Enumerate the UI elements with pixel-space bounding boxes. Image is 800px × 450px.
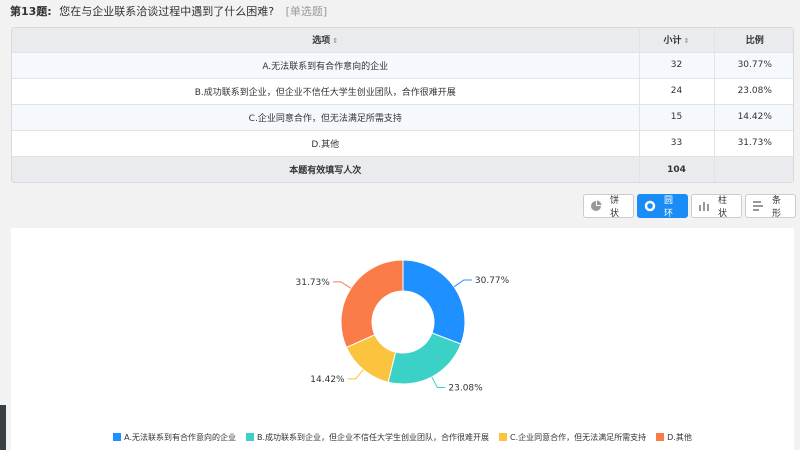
pie-chart-label: 饼状 (610, 196, 620, 219)
legend-label: A.无法联系到有合作意向的企业 (124, 433, 236, 442)
legend-item[interactable]: B.成功联系到企业，但企业不信任大学生创业团队，合作很难开展 (246, 432, 489, 443)
count-cell: 33 (639, 130, 715, 157)
table-footer-row: 本题有效填写人次 104 (12, 156, 793, 182)
total-ratio (714, 156, 793, 182)
donut-chart-button[interactable]: 圆环 (637, 194, 688, 219)
table-row: B.成功联系到企业，但企业不信任大学生创业团队，合作很难开展 24 23.08% (12, 78, 793, 105)
data-label: 23.08% (448, 384, 483, 394)
question-text: 您在与企业联系洽谈过程中遇到了什么困难? (59, 5, 275, 18)
data-label: 14.42% (310, 375, 345, 385)
legend-swatch (113, 433, 122, 441)
total-label: 本题有效填写人次 (12, 156, 640, 182)
table-header-row: 选项 ⇕ 小计 ⇕ 比例 (12, 28, 793, 53)
table-row: D.其他 33 31.73% (12, 130, 793, 157)
donut-chart-label: 圆环 (664, 196, 674, 219)
question-header: 第13题: 您在与企业联系洽谈过程中遇到了什么困难? [单选题] (10, 4, 327, 22)
legend-label: B.成功联系到企业，但企业不信任大学生创业团队，合作很难开展 (257, 433, 490, 442)
column-header-option[interactable]: 选项 ⇕ (12, 28, 640, 53)
legend-item[interactable]: C.企业同意合作，但无法满足所需支持 (499, 432, 646, 443)
chart-type-toolbar: 饼状 圆环 柱状 条形 (583, 194, 796, 219)
bar-chart-label: 柱状 (718, 196, 728, 219)
donut-slice[interactable] (387, 332, 462, 385)
question-number: 第13题: (10, 5, 52, 18)
ratio-cell: 31.73% (714, 130, 793, 157)
sort-icon[interactable]: ⇕ (332, 37, 338, 45)
data-label: 31.73% (296, 278, 331, 288)
ratio-cell: 14.42% (714, 104, 793, 131)
option-cell: B.成功联系到企业，但企业不信任大学生创业团队，合作很难开展 (12, 78, 640, 105)
chart-legend: A.无法联系到有合作意向的企业 B.成功联系到企业，但企业不信任大学生创业团队，合… (11, 432, 794, 443)
data-label: 30.77% (475, 276, 510, 286)
column-header-count[interactable]: 小计 ⇕ (639, 28, 715, 53)
count-cell: 15 (639, 104, 715, 131)
total-count: 104 (639, 156, 715, 182)
label-leader-line (332, 281, 352, 289)
donut-chart-icon (644, 200, 656, 212)
legend-item[interactable]: D.其他 (656, 432, 692, 443)
column-header-ratio: 比例 (714, 28, 793, 53)
horizontal-bar-chart-icon (752, 200, 764, 212)
horizontal-bar-chart-button[interactable]: 条形 (745, 194, 796, 219)
results-table: 选项 ⇕ 小计 ⇕ 比例 A.无法联系到有合作意向的企业 32 30.77% B.成… (11, 27, 794, 183)
option-cell: A.无法联系到有合作意向的企业 (12, 52, 640, 79)
ratio-cell: 23.08% (714, 78, 793, 105)
question-type: [单选题] (285, 5, 328, 18)
donut-chart: 30.77% 23.08% 14.42% 31.73% (296, 259, 510, 394)
pie-chart-icon (590, 200, 602, 212)
horizontal-bar-chart-label: 条形 (772, 196, 782, 219)
bar-chart-button[interactable]: 柱状 (691, 194, 742, 219)
label-leader-line (347, 369, 364, 380)
chart-area: 30.77% 23.08% 14.42% 31.73% A.无法联系到有合作意向的企业… (11, 228, 794, 450)
legend-label: C.企业同意合作，但无法满足所需支持 (510, 433, 647, 442)
table-row: C.企业同意合作，但无法满足所需支持 15 14.42% (12, 104, 793, 131)
legend-label: D.其他 (667, 433, 692, 442)
count-cell: 32 (639, 52, 715, 79)
legend-swatch (246, 433, 254, 441)
column-header-count-label: 小计 (663, 36, 682, 47)
option-cell: C.企业同意合作，但无法满足所需支持 (12, 104, 640, 131)
bar-chart-icon (698, 200, 710, 212)
label-leader-line (453, 279, 472, 288)
count-cell: 24 (639, 78, 715, 105)
ratio-cell: 30.77% (714, 52, 793, 79)
label-leader-line (431, 376, 446, 389)
donut-slice[interactable] (340, 259, 404, 349)
column-header-option-label: 选项 (312, 36, 331, 47)
sort-icon[interactable]: ⇕ (684, 37, 690, 45)
option-cell: D.其他 (12, 130, 640, 157)
legend-swatch (499, 433, 508, 441)
legend-item[interactable]: A.无法联系到有合作意向的企业 (113, 432, 236, 443)
table-row: A.无法联系到有合作意向的企业 32 30.77% (12, 52, 793, 79)
donut-slice[interactable] (402, 259, 466, 345)
legend-swatch (656, 433, 665, 441)
side-panel-handle[interactable] (0, 405, 6, 450)
pie-chart-button[interactable]: 饼状 (583, 194, 634, 219)
